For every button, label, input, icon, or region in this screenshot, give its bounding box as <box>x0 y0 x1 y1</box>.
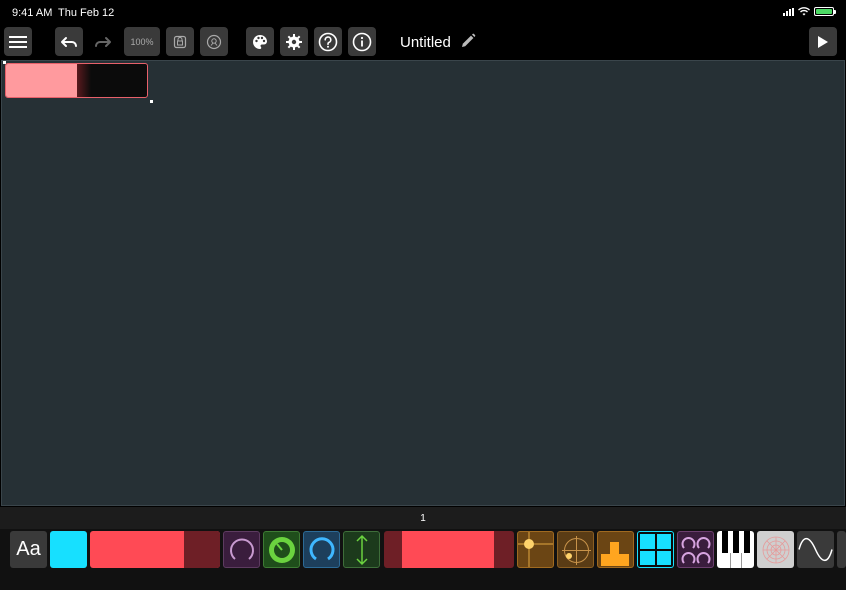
gear-icon[interactable] <box>280 27 308 56</box>
fader-edge <box>76 64 91 97</box>
widget-palette: Aa <box>0 529 846 590</box>
resize-handle-bottom-right[interactable] <box>150 100 153 103</box>
radar-widget[interactable] <box>757 531 794 568</box>
button-widget[interactable] <box>50 531 87 568</box>
sine-wave-icon <box>798 537 833 562</box>
knob-widget[interactable] <box>223 531 260 568</box>
undo-icon[interactable] <box>55 27 83 56</box>
status-time: 9:41 AM <box>12 7 53 19</box>
radial-xy-widget[interactable] <box>557 531 594 568</box>
fader-fill <box>6 64 77 97</box>
zoom-button[interactable]: 100% <box>124 27 160 56</box>
toolbar: 100% Untitled <box>0 24 846 60</box>
multi-fader-icon <box>601 542 629 566</box>
hamburger-menu-icon[interactable] <box>4 27 32 56</box>
multi-knob-icon <box>681 536 710 564</box>
page-number[interactable]: 1 <box>0 513 846 524</box>
piano-keys-icon <box>722 531 750 568</box>
redo-icon[interactable] <box>89 27 117 56</box>
vertical-fader-widget[interactable] <box>343 531 380 568</box>
radar-icon <box>762 536 789 563</box>
lock-icon[interactable] <box>166 27 194 56</box>
palette-icon[interactable] <box>246 27 274 56</box>
pencil-icon[interactable] <box>460 33 476 49</box>
text-widget[interactable]: Aa <box>10 531 47 568</box>
page-bar: 1 <box>0 507 846 529</box>
text-widget-label: Aa <box>16 538 41 560</box>
wifi-icon <box>798 7 810 16</box>
encoder-widget[interactable] <box>263 531 300 568</box>
battery-icon <box>814 7 836 16</box>
radial-icon <box>309 536 334 560</box>
radial-widget[interactable] <box>303 531 340 568</box>
encoder-icon <box>268 536 295 563</box>
status-icons <box>783 7 836 16</box>
xy-pad-widget[interactable] <box>517 531 554 568</box>
editor-canvas[interactable] <box>1 60 845 506</box>
xy-pad-icon <box>518 532 553 567</box>
vertical-arrows-icon <box>355 534 368 565</box>
status-bar: 9:41 AM Thu Feb 12 <box>0 0 846 24</box>
play-icon[interactable] <box>809 27 837 56</box>
knob-icon <box>229 538 254 560</box>
fader-widget[interactable] <box>90 531 220 568</box>
info-icon[interactable] <box>348 27 376 56</box>
canvas-fader-widget[interactable] <box>5 63 148 98</box>
resize-handle-top-left[interactable] <box>3 61 6 64</box>
multi-fader-widget[interactable] <box>597 531 634 568</box>
waveform-widget[interactable] <box>797 531 834 568</box>
question-icon[interactable] <box>314 27 342 56</box>
document-title[interactable]: Untitled <box>400 34 451 51</box>
zoom-label: 100% <box>130 36 154 47</box>
status-date: Thu Feb 12 <box>58 7 115 19</box>
radial-xy-icon <box>562 536 591 565</box>
cellular-signal-icon <box>783 7 794 16</box>
keyboard-widget[interactable] <box>717 531 754 568</box>
more-widget[interactable] <box>837 531 846 568</box>
link-icon[interactable] <box>200 27 228 56</box>
multi-knob-widget[interactable] <box>677 531 714 568</box>
pad-grid-widget[interactable] <box>637 531 674 568</box>
range-widget[interactable] <box>384 531 514 568</box>
